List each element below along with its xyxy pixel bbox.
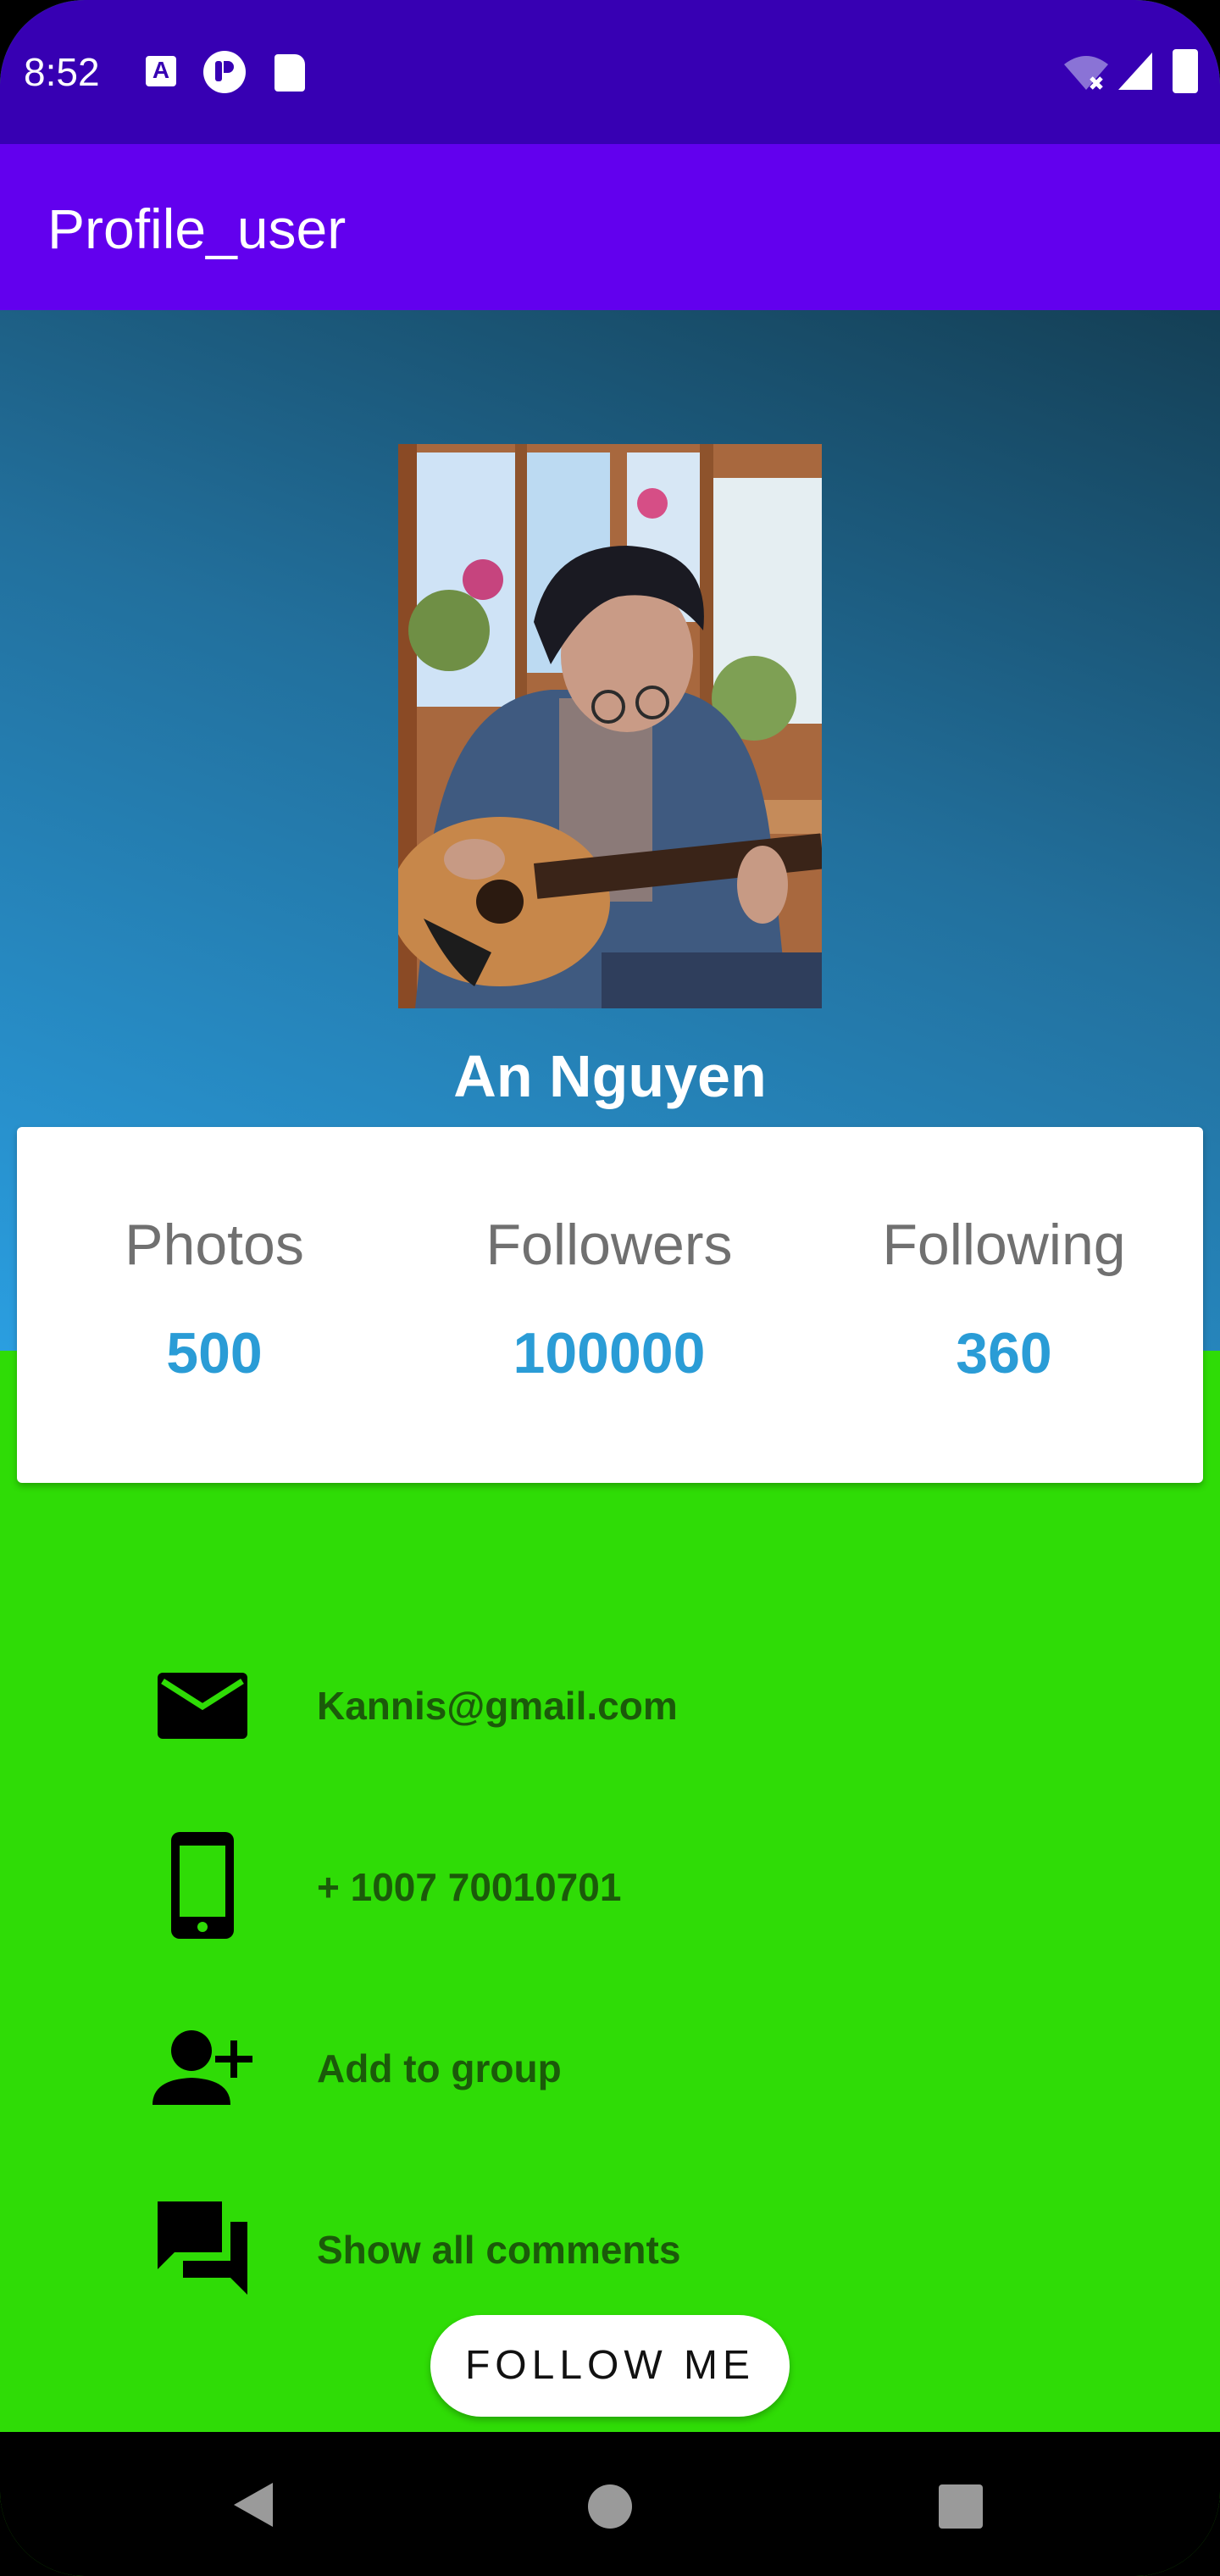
stat-photos[interactable]: Photos 500 [17, 1212, 412, 1386]
comments-text: Show all comments [317, 2228, 681, 2272]
status-bar: 8:52 A [0, 0, 1220, 144]
email-text: Kannis@gmail.com [317, 1684, 678, 1728]
stats-card: Photos 500 Followers 100000 Following 36… [17, 1127, 1203, 1483]
battery-icon [1173, 49, 1198, 93]
follow-me-button[interactable]: FOLLOW ME [430, 2315, 790, 2417]
status-time: 8:52 [24, 50, 100, 94]
profile-photo[interactable] [398, 444, 822, 1008]
add-person-icon [152, 2030, 252, 2105]
phone-screen: 8:52 A Profile_user An Nguyen Photos 500… [0, 0, 1220, 2576]
stat-value: 360 [956, 1321, 1052, 1385]
phone-icon [171, 1832, 234, 1939]
stat-label: Photos [125, 1213, 304, 1277]
recents-icon[interactable] [939, 2484, 983, 2529]
contact-row-phone[interactable]: + 1007 70010701 [0, 1822, 1220, 1949]
contact-row-comments[interactable]: Show all comments [0, 2185, 1220, 2312]
phone-text: + 1007 70010701 [317, 1865, 622, 1909]
data-saver-icon [203, 51, 246, 93]
app-bar: Profile_user [0, 144, 1220, 310]
stat-value: 100000 [513, 1321, 706, 1385]
signal-icon [1118, 53, 1152, 90]
email-icon [158, 1673, 247, 1739]
sd-card-icon [274, 54, 305, 92]
stat-followers[interactable]: Followers 100000 [412, 1212, 807, 1386]
stat-label: Followers [485, 1213, 733, 1277]
contact-row-email[interactable]: Kannis@gmail.com [0, 1641, 1220, 1768]
wifi-off-icon [1064, 56, 1108, 90]
stat-following[interactable]: Following 360 [807, 1212, 1201, 1386]
home-icon[interactable] [588, 2484, 632, 2529]
stat-label: Following [882, 1213, 1126, 1277]
contact-row-add-group[interactable]: Add to group [0, 2003, 1220, 2130]
notification-a-icon: A [146, 56, 176, 86]
comments-icon [158, 2201, 247, 2295]
stat-value: 500 [166, 1321, 263, 1385]
add-group-text: Add to group [317, 2046, 562, 2090]
app-bar-title: Profile_user [47, 197, 347, 260]
profile-name: An Nguyen [453, 1043, 767, 1109]
back-icon[interactable] [232, 2481, 274, 2529]
